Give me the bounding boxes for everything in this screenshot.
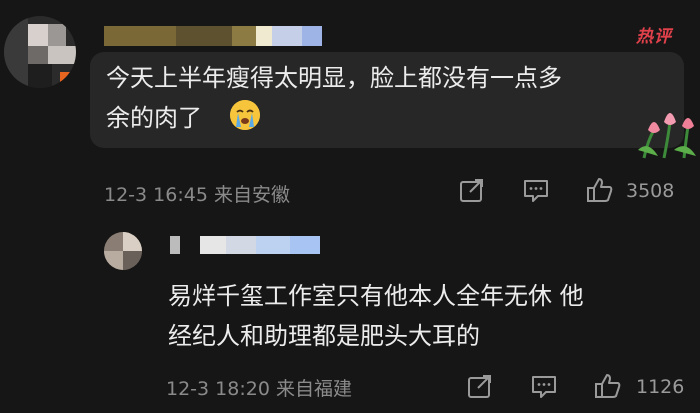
- comment-time: 18:20: [215, 378, 270, 400]
- comment-text-line: 余的肉了: [106, 104, 202, 132]
- share-icon[interactable]: [466, 372, 494, 400]
- comment-icon[interactable]: [522, 176, 550, 204]
- comment-location: 来自安徽: [213, 184, 290, 206]
- comment-meta: 12-3 16:45 来自安徽: [104, 180, 290, 207]
- username-redacted[interactable]: [104, 26, 324, 46]
- avatar[interactable]: [4, 16, 76, 88]
- comment-location: 来自福建: [275, 378, 352, 400]
- thumbs-up-icon[interactable]: [594, 372, 622, 400]
- like-count: 3508: [626, 180, 675, 202]
- reply-text-line: 经纪人和助理都是肥头大耳的: [168, 322, 480, 350]
- avatar[interactable]: [104, 232, 142, 270]
- hot-comment-badge: 热评: [636, 27, 672, 47]
- tulips-sticker: [634, 100, 698, 160]
- comment-date: 12-3: [166, 378, 210, 400]
- thumbs-up-icon[interactable]: [586, 176, 614, 204]
- comment-time: 16:45: [153, 184, 208, 206]
- comment-date: 12-3: [104, 184, 148, 206]
- username-redacted[interactable]: [170, 236, 320, 254]
- like-count: 1126: [636, 376, 685, 398]
- crying-face-emoji: [230, 100, 260, 130]
- share-icon[interactable]: [458, 176, 486, 204]
- comment-icon[interactable]: [530, 372, 558, 400]
- reply-text-line: 易烊千玺工作室只有他本人全年无休 他: [168, 282, 584, 310]
- comment-text-line: 今天上半年瘦得太明显，脸上都没有一点多: [106, 64, 562, 92]
- reply-meta: 12-3 18:20 来自福建: [166, 374, 352, 401]
